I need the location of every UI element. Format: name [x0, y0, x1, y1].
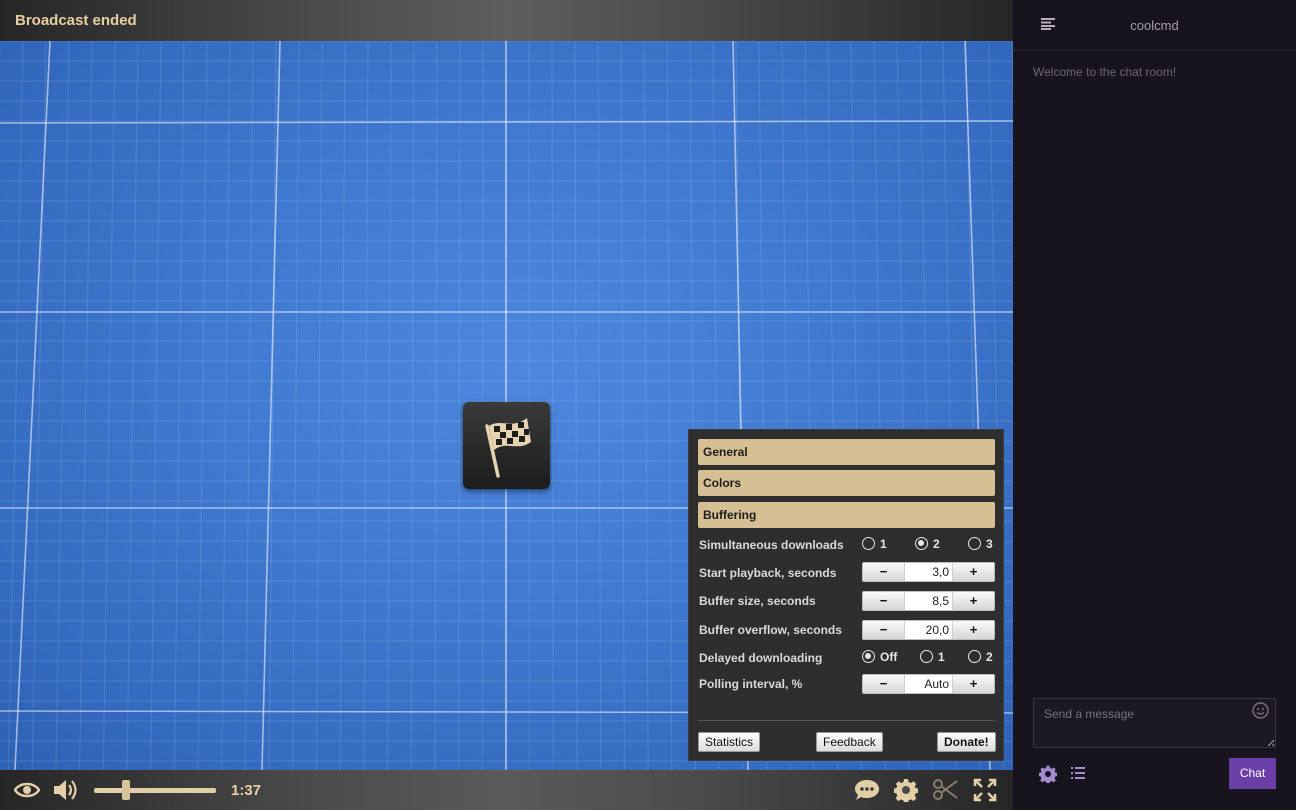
buffer-size-value[interactable]: 8,5	[904, 592, 953, 610]
radio-label: 2	[933, 537, 940, 551]
player-top-bar: Broadcast ended	[0, 0, 1013, 41]
increment-button[interactable]: +	[953, 675, 994, 693]
decrement-button[interactable]: −	[863, 621, 904, 639]
section-buffering[interactable]: Buffering	[698, 502, 995, 528]
radio-label: 1	[880, 537, 887, 551]
decrement-button[interactable]: −	[863, 675, 904, 693]
checkered-flag-icon	[485, 418, 531, 478]
radio-label: Off	[880, 650, 898, 664]
gear-icon[interactable]	[894, 778, 918, 802]
decrement-button[interactable]: −	[863, 592, 904, 610]
section-colors[interactable]: Colors	[698, 470, 995, 496]
broadcast-ended-badge	[463, 402, 550, 489]
chat-panel: coolcmd Welcome to the chat room! Send a…	[1013, 0, 1296, 810]
buffer-size-stepper: − 8,5 +	[862, 591, 995, 611]
radio-label: 3	[986, 537, 993, 551]
radio-button-selected[interactable]	[915, 537, 928, 550]
settings-divider	[698, 720, 995, 721]
chat-send-button[interactable]: Chat	[1229, 758, 1276, 789]
buffer-overflow-stepper: − 20,0 +	[862, 620, 995, 640]
chat-message-input[interactable]	[1033, 698, 1276, 748]
polling-interval-label: Polling interval, %	[699, 677, 803, 691]
chat-header: coolcmd	[1013, 0, 1296, 51]
simultaneous-option-1[interactable]: 1	[862, 537, 887, 551]
polling-interval-stepper: − Auto +	[862, 674, 995, 694]
radio-button[interactable]	[968, 650, 981, 663]
chat-settings-gear-icon[interactable]	[1039, 765, 1057, 783]
statistics-button[interactable]: Statistics	[698, 732, 761, 752]
viewer-list-icon[interactable]	[1071, 766, 1085, 780]
increment-button[interactable]: +	[953, 563, 994, 581]
section-general[interactable]: General	[698, 439, 995, 465]
polling-interval-value[interactable]: Auto	[904, 675, 953, 693]
start-playback-label: Start playback, seconds	[699, 566, 837, 580]
radio-button[interactable]	[920, 650, 933, 663]
buffer-size-label: Buffer size, seconds	[699, 594, 816, 608]
radio-label: 2	[986, 650, 993, 664]
chat-channel-name: coolcmd	[1130, 18, 1179, 33]
video-player: Broadcast ended General Colors Buffering…	[0, 0, 1013, 810]
volume-slider-track[interactable]	[94, 788, 216, 793]
start-playback-stepper: − 3,0 +	[862, 562, 995, 582]
broadcast-status-title: Broadcast ended	[15, 12, 137, 29]
radio-button-selected[interactable]	[862, 650, 875, 663]
volume-slider-thumb[interactable]	[121, 780, 130, 800]
menu-lines-icon[interactable]	[1041, 18, 1055, 30]
donate-button[interactable]: Donate!	[937, 732, 996, 752]
app-root: Broadcast ended General Colors Buffering…	[0, 0, 1296, 810]
chat-welcome-message: Welcome to the chat room!	[1033, 65, 1177, 79]
elapsed-time: 1:37	[231, 782, 262, 799]
scissors-icon[interactable]	[932, 778, 958, 802]
decrement-button[interactable]: −	[863, 563, 904, 581]
radio-button[interactable]	[862, 537, 875, 550]
buffer-overflow-value[interactable]: 20,0	[904, 621, 953, 639]
delayed-option-2[interactable]: 2	[968, 650, 993, 664]
radio-button[interactable]	[968, 537, 981, 550]
eye-icon[interactable]	[14, 781, 40, 799]
settings-panel: General Colors Buffering Simultaneous do…	[688, 429, 1004, 761]
feedback-button[interactable]: Feedback	[816, 732, 883, 752]
emoji-icon[interactable]	[1252, 702, 1269, 719]
increment-button[interactable]: +	[953, 592, 994, 610]
buffer-overflow-label: Buffer overflow, seconds	[699, 623, 842, 637]
radio-label: 1	[938, 650, 945, 664]
start-playback-value[interactable]: 3,0	[904, 563, 953, 581]
simultaneous-option-3[interactable]: 3	[968, 537, 993, 551]
increment-button[interactable]: +	[953, 621, 994, 639]
player-control-bar: 1:37	[0, 770, 1013, 810]
delayed-downloading-label: Delayed downloading	[699, 651, 823, 665]
delayed-option-off[interactable]: Off	[862, 650, 897, 664]
speaker-icon[interactable]	[53, 779, 79, 801]
delayed-option-1[interactable]: 1	[920, 650, 945, 664]
chat-bubble-icon[interactable]	[854, 779, 880, 801]
fullscreen-icon[interactable]	[973, 778, 997, 802]
simultaneous-option-2[interactable]: 2	[915, 537, 940, 551]
simultaneous-downloads-label: Simultaneous downloads	[699, 538, 844, 552]
